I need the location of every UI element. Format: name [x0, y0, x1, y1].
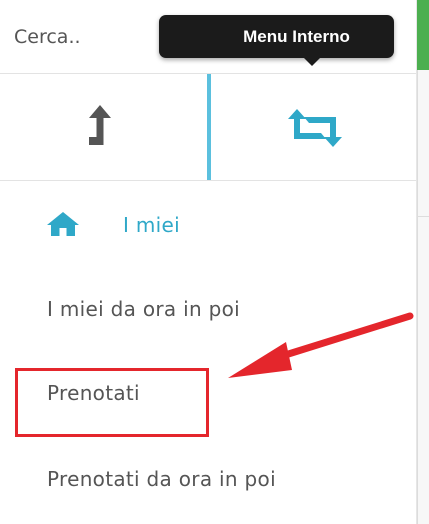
retweet-icon	[288, 109, 342, 147]
upload-arrow-icon	[89, 105, 111, 145]
mode-toggle	[0, 74, 416, 181]
menu-item-prenotati[interactable]: Prenotati	[0, 364, 416, 424]
menu-item-label: Prenotati	[47, 381, 140, 405]
menu-item-i-miei-da-ora-in-poi[interactable]: I miei da ora in poi	[0, 280, 416, 340]
tooltip-menu-interno: Menu Interno	[159, 15, 394, 58]
mode-button-upload[interactable]	[0, 74, 207, 180]
menu-item-label: I miei da ora in poi	[47, 297, 240, 321]
menu-item-label: Prenotati da ora in poi	[47, 467, 276, 491]
tooltip-arrow	[304, 58, 320, 66]
background-page-edge	[417, 0, 429, 524]
background-green-header	[417, 0, 429, 70]
sidebar-menu: I miei I miei da ora in poi Prenotati Pr…	[0, 0, 417, 524]
search-input[interactable]	[0, 12, 164, 62]
mode-button-retweet[interactable]	[207, 74, 416, 180]
background-divider	[417, 216, 429, 217]
home-icon	[47, 212, 79, 236]
app-frame: I miei I miei da ora in poi Prenotati Pr…	[0, 0, 429, 524]
menu-item-prenotati-da-ora-in-poi[interactable]: Prenotati da ora in poi	[0, 450, 416, 510]
menu-item-label: I miei	[123, 213, 180, 237]
menu-item-i-miei[interactable]: I miei	[0, 196, 416, 256]
